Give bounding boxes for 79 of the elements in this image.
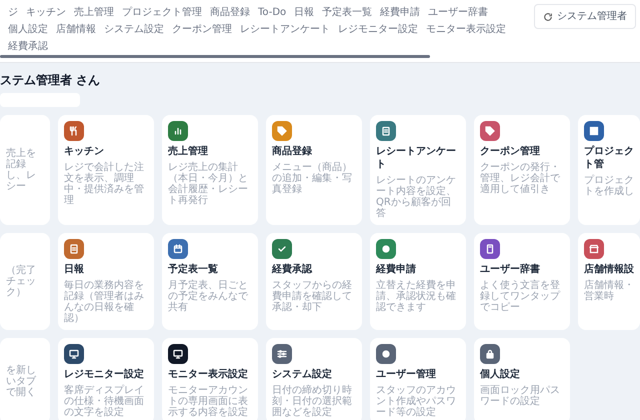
card-title: 商品登録 — [272, 145, 313, 158]
card-description: 毎日の業務内容を記録（管理者はみんなの日報を確認） — [64, 280, 145, 324]
card-title: 個人設定 — [480, 368, 521, 381]
card-description: よく使う文言を登録してワンタップでコピー — [480, 280, 562, 313]
menu-card[interactable]: ユーザー辞書 よく使う文言を登録してワンタップでコピー — [474, 233, 570, 330]
nav-tab[interactable]: ジ — [4, 4, 22, 21]
menu-card[interactable]: （完了チェック） — [0, 233, 50, 330]
card-title: キッチン — [64, 145, 105, 158]
menu-card[interactable]: ユーザー管理 スタッフのアカウント作成やパスワード等の設定 — [370, 338, 466, 420]
card-description: スタッフからの経費申請を確認して承認・却下 — [272, 280, 353, 313]
menu-card[interactable]: 個人設定 画面ロック用パスワードの設定 — [474, 338, 570, 420]
card-title: プロジェクト管 — [584, 145, 634, 171]
card-description: 画面ロック用パスワードの設定 — [480, 385, 561, 407]
nav-tab[interactable]: 店舗情報 — [52, 21, 100, 38]
menu-card[interactable]: 売上管理 レジ売上の集計（本日・今月）と会計履歴・レシート再発行 — [162, 115, 258, 225]
card-title: 経費承認 — [272, 263, 314, 276]
nav-tab[interactable]: 商品登録 — [206, 4, 254, 21]
nav-tab[interactable]: モニター表示設定 — [422, 21, 510, 38]
menu-card[interactable]: クーポン管理 クーポンの発行・管理、レジ会計で適用して値引き — [474, 115, 570, 225]
nav-tab[interactable]: 売上管理 — [70, 4, 118, 21]
card-title: ユーザー辞書 — [480, 263, 541, 276]
card-description: レジで会計した注文を表示、調理中・提供済みを管理 — [64, 162, 145, 206]
menu-card[interactable]: 店舗情報設 店舗情報・営業時 — [578, 233, 640, 330]
refresh-icon — [543, 12, 553, 22]
card-title: レジモニター設定 — [64, 368, 145, 381]
menu-card[interactable]: レシートアンケート レシートのアンケート内容を設定、QRから顧客が回答 — [370, 115, 466, 225]
card-title: 経費申請 — [376, 263, 417, 276]
nav-tab[interactable]: レシートアンケート — [236, 21, 334, 38]
card-title: 売上管理 — [168, 145, 209, 158]
card-description: スタッフのアカウント作成やパスワード等の設定 — [376, 385, 457, 418]
menu-card[interactable]: 予定表一覧 月予定表、日ごとの予定をみんなで共有 — [162, 233, 258, 330]
nav-tab[interactable]: システム設定 — [100, 21, 168, 38]
menu-card[interactable]: 売上を記録し、レシー — [0, 115, 50, 225]
menu-card[interactable]: モニター表示設定 モニターアカウントの専用画面に表示する内容を設定 — [162, 338, 258, 420]
card-title: 予定表一覧 — [168, 263, 219, 276]
card-title: 店舗情報設 — [584, 263, 634, 276]
nav-tab[interactable]: To-Do — [254, 4, 290, 21]
nav-tab[interactable]: 日報 — [290, 4, 318, 21]
menu-card[interactable]: プロジェクト管 プロジェクトを作成し — [578, 115, 640, 225]
card-description: レジ売上の集計（本日・今月）と会計履歴・レシート再発行 — [168, 162, 249, 206]
menu-card[interactable]: 日報 毎日の業務内容を記録（管理者はみんなの日報を確認） — [58, 233, 154, 330]
card-description: （完了チェック） — [6, 265, 37, 298]
menu-card[interactable]: 経費承認 スタッフからの経費申請を確認して承認・却下 — [266, 233, 362, 330]
card-description: 店舗情報・営業時 — [584, 280, 634, 302]
card-description: レシートのアンケート内容を設定、QRから顧客が回答 — [376, 175, 457, 219]
card-description: 客席ディスプレイの仕様・待機画面の文字を設定 — [64, 385, 145, 418]
menu-card[interactable]: キッチン レジで会計した注文を表示、調理中・提供済みを管理 — [58, 115, 154, 225]
card-title: システム設定 — [272, 368, 333, 381]
card-title: レシートアンケート — [376, 145, 457, 171]
nav-tab[interactable]: キッチン — [22, 4, 70, 21]
card-description: 売上を記録し、レシー — [6, 148, 37, 192]
nav-tab[interactable]: ユーザー辞書 — [424, 4, 492, 21]
greeting: ステム管理者 さん — [0, 72, 102, 89]
nav-tab[interactable]: クーポン管理 — [168, 21, 236, 38]
nav-tab[interactable]: 経費申請 — [376, 4, 424, 21]
card-description: を新しいタブで開く — [6, 364, 37, 398]
menu-card[interactable]: を新しいタブで開く — [0, 338, 50, 420]
menu-card[interactable]: レジモニター設定 客席ディスプレイの仕様・待機画面の文字を設定 — [58, 338, 154, 420]
menu-card[interactable]: システム設定 日付の締め切り時刻・日付の選択範囲などを設定 — [266, 338, 362, 420]
nav-tab[interactable]: 予定表一覧 — [318, 4, 376, 21]
user-menu-button[interactable]: システム管理者 — [534, 4, 636, 29]
nav-tab[interactable]: 経費承認 — [4, 38, 52, 55]
card-description: 月予定表、日ごとの予定をみんなで共有 — [168, 280, 249, 313]
card-title: 日報 — [64, 263, 85, 276]
card-title: ユーザー管理 — [376, 368, 437, 381]
card-description: 立替えた経費を申請、承認状況も確認できます — [376, 280, 457, 313]
nav-tab[interactable]: プロジェクト管理 — [118, 4, 206, 21]
nav-tab[interactable]: レジモニター設定 — [334, 21, 422, 38]
menu-card[interactable]: 商品登録 メニュー（商品）の追加・編集・写真登録 — [266, 115, 362, 225]
card-description: プロジェクトを作成し — [584, 175, 634, 197]
card-description: 日付の締め切り時刻・日付の選択範囲などを設定 — [272, 385, 353, 418]
card-title: モニター表示設定 — [168, 368, 249, 381]
card-description: クーポンの発行・管理、レジ会計で適用して値引き — [480, 162, 561, 195]
card-description: メニュー（商品）の追加・編集・写真登録 — [272, 162, 353, 195]
menu-card[interactable]: 経費申請 立替えた経費を申請、承認状況も確認できます — [370, 233, 466, 330]
card-description: モニターアカウントの専用画面に表示する内容を設定 — [168, 385, 249, 418]
scrollbar[interactable] — [0, 55, 430, 58]
card-title: クーポン管理 — [480, 145, 541, 158]
nav-tab[interactable]: 個人設定 — [4, 21, 52, 38]
